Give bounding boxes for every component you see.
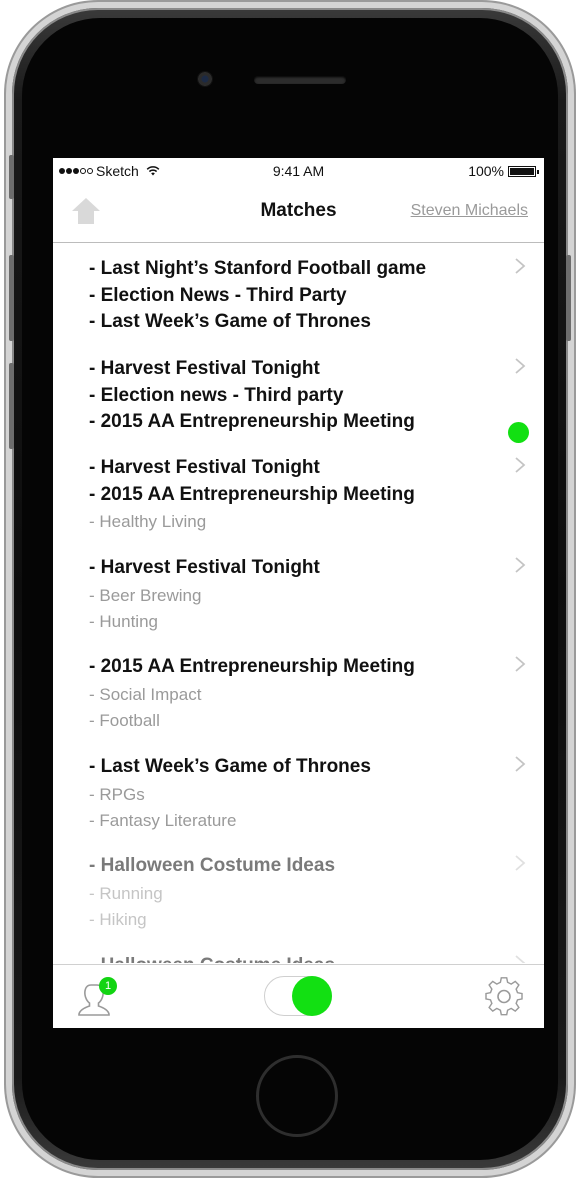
match-interest-minor: - Hiking <box>89 910 147 929</box>
match-interest-shared: - Halloween Costume Ideas <box>89 855 336 876</box>
match-row[interactable]: - Halloween Costume Ideas - Running - Hiki… <box>53 840 544 939</box>
chevron-right-icon <box>515 755 526 772</box>
match-interest-shared: - Election News - Third Party <box>89 285 347 306</box>
gear-icon[interactable] <box>484 977 524 1017</box>
match-interest-shared: - Harvest Festival Tonight <box>89 357 320 379</box>
match-row[interactable]: - Harvest Festival Tonight - Beer Brewing… <box>53 542 544 641</box>
app-screen: Sketch 9:41 AM 100% Matches Steven Micha… <box>53 158 544 1028</box>
match-interest-shared: - Harvest Festival Tonight <box>89 457 320 478</box>
navigation-bar: Matches Steven Michaels <box>53 184 544 243</box>
chevron-right-icon <box>515 258 526 274</box>
match-interest-shared: - 2015 AA Entrepreneurship Meeting <box>89 410 415 432</box>
power-button <box>566 255 571 341</box>
match-interest-shared: - Last Week’s Game of Thrones <box>89 755 371 777</box>
match-interest-minor: - Social Impact <box>89 685 202 704</box>
match-interest-shared: - Last Week’s Game of Thrones <box>89 311 371 332</box>
mute-switch <box>9 155 14 199</box>
toggle-knob[interactable] <box>292 976 332 1016</box>
match-interest-shared: - Election news - Third party <box>89 384 344 406</box>
availability-toggle[interactable] <box>264 976 332 1016</box>
match-interest-minor: - Hunting <box>89 611 158 631</box>
match-interest-shared: - Last Night’s Stanford Football game <box>89 258 427 279</box>
match-interest-minor: - Fantasy Literature <box>89 810 237 830</box>
match-row[interactable]: - Halloween Costume Ideas <box>53 940 544 964</box>
match-row[interactable]: - 2015 AA Entrepreneurship Meeting - Soci… <box>53 641 544 740</box>
home-button[interactable] <box>256 1055 338 1137</box>
tab-bar: 1 <box>53 964 544 1028</box>
battery-icon <box>508 165 539 177</box>
earpiece-speaker <box>254 76 346 84</box>
chevron-right-icon <box>515 656 526 672</box>
match-interest-shared: - 2015 AA Entrepreneurship Meeting <box>89 484 415 505</box>
chevron-right-icon <box>515 855 526 871</box>
status-bar: Sketch 9:41 AM 100% <box>53 158 544 184</box>
match-interest-shared: - 2015 AA Entrepreneurship Meeting <box>89 656 415 677</box>
volume-down-button <box>9 363 14 449</box>
chevron-right-icon <box>515 556 526 573</box>
match-interest-minor: - RPGs <box>89 784 145 804</box>
user-profile-link[interactable]: Steven Michaels <box>411 202 528 220</box>
chevron-right-icon <box>515 457 526 473</box>
battery-percent: 100% <box>468 163 504 179</box>
match-row[interactable]: - Harvest Festival Tonight - 2015 AA Entr… <box>53 442 544 541</box>
match-interest-minor: - Football <box>89 711 160 730</box>
chevron-right-icon <box>515 357 526 374</box>
notification-badge: 1 <box>99 977 117 995</box>
front-camera <box>197 71 213 87</box>
match-interest-shared: - Halloween Costume Ideas <box>89 955 335 964</box>
volume-up-button <box>9 255 14 341</box>
chevron-right-icon <box>515 954 526 963</box>
match-row[interactable]: - Harvest Festival Tonight - Election new… <box>53 343 544 443</box>
online-status-dot <box>508 421 529 443</box>
match-row[interactable]: - Last Night’s Stanford Football game - E… <box>53 243 544 342</box>
match-interest-minor: - Healthy Living <box>89 512 207 531</box>
match-interest-minor: - Running <box>89 884 163 903</box>
match-interest-minor: - Beer Brewing <box>89 585 202 605</box>
match-interest-shared: - Harvest Festival Tonight <box>89 556 320 578</box>
match-row[interactable]: - Last Week’s Game of Thrones - RPGs - Fan… <box>53 741 544 840</box>
matches-list: - Last Night’s Stanford Football game - E… <box>53 243 544 963</box>
